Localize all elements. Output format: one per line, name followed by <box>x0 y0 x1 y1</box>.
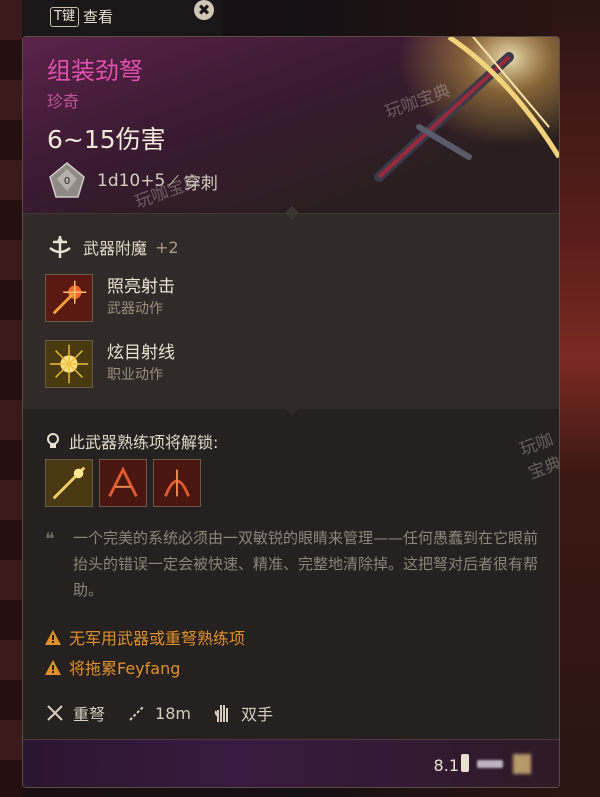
range-tag: 18m <box>127 703 191 723</box>
crossbow-art-icon <box>374 37 559 182</box>
item-damage: 6~15伤害 <box>47 125 166 154</box>
lightbulb-icon <box>47 433 59 448</box>
item-rarity: 珍奇 <box>47 92 80 111</box>
item-name: 组装劲弩 <box>47 57 143 85</box>
enchantment-section: 武器附魔 +2 照亮射击 武器动作 炫目射线 职业动作 <box>23 205 559 410</box>
crossed-swords-icon <box>47 705 63 721</box>
svg-text:0: 0 <box>64 176 70 187</box>
examine-hint[interactable]: T键 查看 <box>50 6 113 27</box>
tooltip-header: 组装劲弩 珍奇 6~15伤害 0 1d10+5 ⟋ 穿刺 玩咖宝典 玩咖宝典 <box>23 37 559 213</box>
gold-icon <box>513 754 531 774</box>
warning-encumbrance: 将拖累Feyfang <box>45 655 180 679</box>
proficiency-title: 此武器熟练项将解锁: <box>69 433 219 452</box>
handedness-tag: 双手 <box>213 701 273 725</box>
unlock-icons <box>45 459 201 507</box>
damage-type: 穿刺 <box>183 173 218 194</box>
lore-text: 一个完美的系统必须由一双敏锐的眼睛来管理——任何愚蠢到在它眼前抬头的错误一定会被… <box>73 529 539 599</box>
class-action-item[interactable]: 炫目射线 职业动作 <box>45 340 175 388</box>
close-icon[interactable]: ✖ <box>194 0 214 20</box>
handedness-label: 双手 <box>240 705 273 724</box>
weapon-type-tag: 重弩 <box>45 701 105 725</box>
enchantment-title: 武器附魔 <box>83 239 148 258</box>
warning-text: 将拖累Feyfang <box>69 659 181 678</box>
range-icon <box>129 705 145 721</box>
top-bar: T键 查看 ✖ <box>22 0 222 36</box>
damage-roll-row: 0 1d10+5 ⟋ 穿刺 <box>47 161 218 201</box>
d10-dice-icon: 0 <box>49 162 85 198</box>
piercing-shot-icon[interactable] <box>45 459 93 507</box>
examine-label: 查看 <box>82 8 113 26</box>
weight-icon <box>461 754 469 772</box>
proficiency-header: 此武器熟练项将解锁: <box>45 429 218 453</box>
examine-key: T键 <box>50 6 79 27</box>
quote-icon: ❝ <box>45 529 55 550</box>
warning-icon <box>45 629 61 645</box>
dice-roll: 1d10+5 <box>97 171 166 191</box>
mobile-shot-icon[interactable] <box>153 459 201 507</box>
range-label: 18m <box>155 703 191 723</box>
warning-icon <box>45 659 61 675</box>
action-type: 武器动作 <box>107 301 163 317</box>
watermark: 玩咖宝典 <box>517 429 560 484</box>
item-weight: 8.1 <box>433 756 459 775</box>
weapon-action-item[interactable]: 照亮射击 武器动作 <box>45 274 175 322</box>
item-lore: ❝ 一个完美的系统必须由一双敏锐的眼睛来管理——任何愚蠢到在它眼前抬头的错误一定… <box>45 525 545 603</box>
hamstring-shot-icon[interactable] <box>99 459 147 507</box>
weapon-type-label: 重弩 <box>73 705 106 724</box>
item-tooltip: 组装劲弩 珍奇 6~15伤害 0 1d10+5 ⟋ 穿刺 玩咖宝典 玩咖宝典 武… <box>22 36 560 788</box>
action-type: 职业动作 <box>107 367 163 383</box>
background-left-panel <box>0 0 22 797</box>
hand-icon <box>214 705 228 722</box>
action-name: 照亮射击 <box>107 277 175 297</box>
enchantment-bonus: +2 <box>155 237 179 257</box>
enchant-icon <box>49 236 71 258</box>
enchantment-header: 武器附魔 +2 <box>45 234 179 260</box>
flare-shot-icon <box>45 274 93 322</box>
proficiency-section: 此武器熟练项将解锁: 玩咖宝典 ❝ 一个完美的系统必须由一双敏锐的眼睛来管理——… <box>23 400 560 787</box>
weapon-tags: 重弩 18m 双手 <box>45 701 285 725</box>
warning-proficiency: 无军用武器或重弩熟练项 <box>45 625 245 649</box>
dazzling-ray-icon <box>45 340 93 388</box>
action-name: 炫目射线 <box>107 343 175 363</box>
piercing-icon: ⟋ <box>168 172 179 190</box>
warning-text: 无军用武器或重弩熟练项 <box>69 629 246 648</box>
tooltip-footer: 8.1 <box>23 739 559 787</box>
value-blur <box>477 760 503 768</box>
